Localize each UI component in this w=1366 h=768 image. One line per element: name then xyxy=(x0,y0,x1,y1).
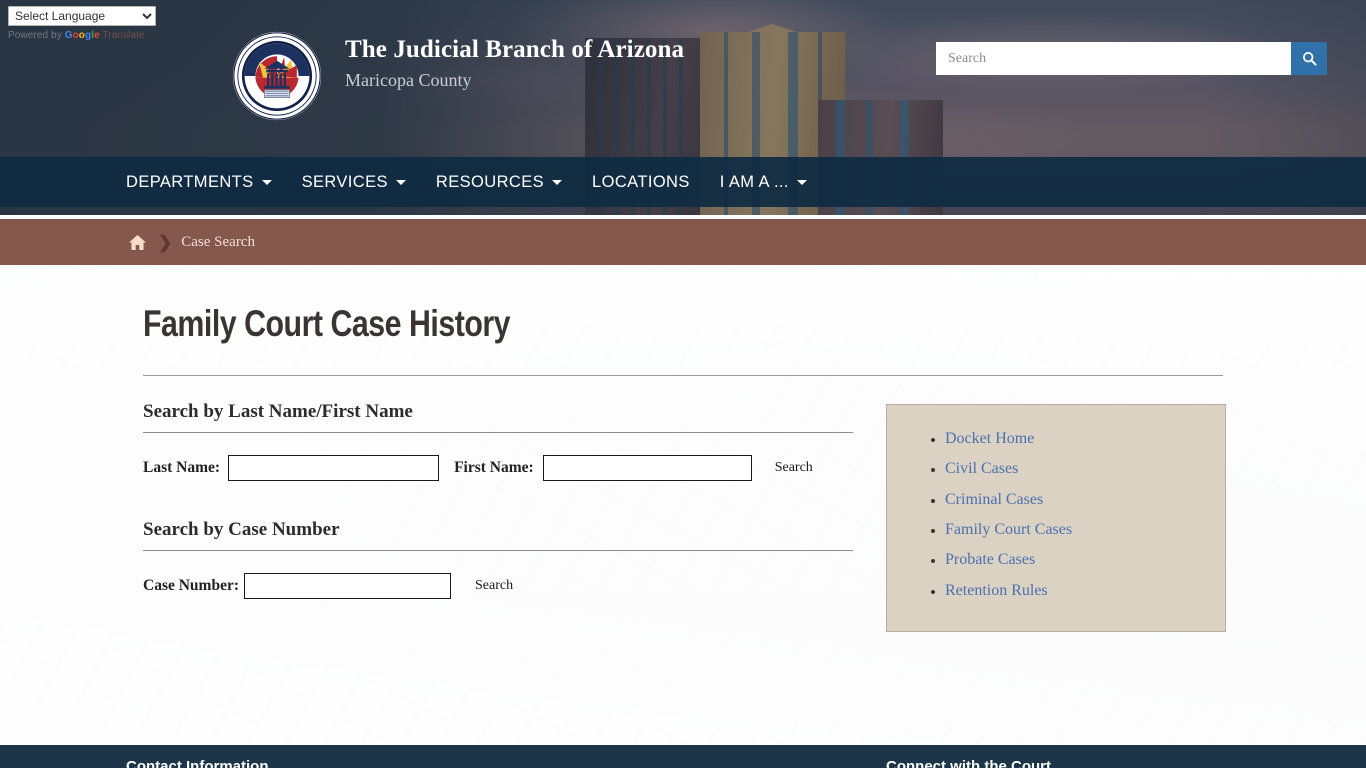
name-search-form: Last Name: First Name: Search xyxy=(143,455,855,481)
name-search-button[interactable]: Search xyxy=(769,458,819,478)
case-number-label: Case Number: xyxy=(143,577,239,594)
list-item: Family Court Cases xyxy=(945,518,1225,542)
nav-item-departments[interactable]: DEPARTMENTS xyxy=(126,173,272,192)
breadcrumb-separator-icon: ❯ xyxy=(158,232,173,252)
page-title: Family Court Case History xyxy=(143,303,511,344)
nav-label-resources: RESOURCES xyxy=(435,172,545,191)
content-container: Family Court Case History Search by Last… xyxy=(143,265,1226,632)
search-submit-button[interactable] xyxy=(1291,42,1327,75)
chevron-down-icon xyxy=(261,179,272,185)
nav-item-services[interactable]: SERVICES xyxy=(302,173,406,192)
list-item: Probate Cases xyxy=(945,548,1225,572)
last-name-input[interactable] xyxy=(228,455,440,481)
breadcrumb-home-link[interactable] xyxy=(128,234,147,251)
sidebar-column: Docket Home Civil Cases Criminal Cases F… xyxy=(855,401,1226,632)
seal-svg xyxy=(232,31,322,121)
home-icon xyxy=(129,234,146,250)
header-search[interactable] xyxy=(936,42,1327,75)
powered-by-google-translate: Powered by Google Translate xyxy=(8,30,145,41)
nav-label-departments: DEPARTMENTS xyxy=(126,172,254,191)
main-navigation[interactable]: DEPARTMENTS SERVICES RESOURCES LOCATIONS… xyxy=(0,157,1366,207)
breadcrumb-current[interactable]: Case Search xyxy=(181,234,255,251)
sidebar-link-probate-cases[interactable]: Probate Cases xyxy=(945,551,1035,568)
site-title: The Judicial Branch of Arizona xyxy=(345,36,685,63)
nav-label-locations: LOCATIONS xyxy=(592,172,690,191)
court-seal-logo[interactable] xyxy=(232,31,322,121)
title-divider xyxy=(143,375,1223,376)
search-forms-column: Search by Last Name/First Name Last Name… xyxy=(143,401,855,632)
case-number-form: Case Number: Search xyxy=(143,573,855,599)
case-search-button[interactable]: Search xyxy=(469,576,519,596)
search-input[interactable] xyxy=(936,42,1291,75)
site-footer: Contact Information Connect with the Cou… xyxy=(0,745,1366,768)
translate-word: Translate xyxy=(99,30,145,41)
brand-block[interactable]: The Judicial Branch of Arizona Maricopa … xyxy=(345,36,684,91)
search-icon xyxy=(1302,51,1317,66)
nav-label-services: SERVICES xyxy=(301,172,388,191)
select-language-dropdown[interactable]: Select Language xyxy=(8,6,156,26)
first-name-label: First Name: xyxy=(454,459,534,476)
google-translate-widget[interactable]: Select Language Powered by Google Transl… xyxy=(8,6,156,41)
case-number-input[interactable] xyxy=(244,573,451,599)
main-content: Family Court Case History Search by Last… xyxy=(0,265,1366,745)
section-heading-case-search: Search by Case Number xyxy=(143,519,853,551)
sidebar-link-family-court-cases[interactable]: Family Court Cases xyxy=(945,521,1072,538)
footer-heading-connect: Connect with the Court xyxy=(886,758,1051,768)
sidebar-link-retention-rules[interactable]: Retention Rules xyxy=(945,582,1048,599)
last-name-label: Last Name: xyxy=(143,459,221,476)
section-heading-name-search: Search by Last Name/First Name xyxy=(143,401,853,433)
sidebar-link-docket-home[interactable]: Docket Home xyxy=(945,430,1034,447)
site-subtitle: Maricopa County xyxy=(345,69,472,90)
breadcrumb: ❯ Case Search xyxy=(0,219,1366,265)
chevron-down-icon xyxy=(796,179,807,185)
list-item: Retention Rules xyxy=(945,579,1225,603)
list-item: Docket Home xyxy=(945,427,1225,451)
docket-links-list: Docket Home Civil Cases Criminal Cases F… xyxy=(887,427,1225,603)
chevron-down-icon xyxy=(395,179,406,185)
sidebar-link-civil-cases[interactable]: Civil Cases xyxy=(945,460,1018,477)
nav-label-i-am-a: I AM A ... xyxy=(719,172,789,191)
sidebar-link-criminal-cases[interactable]: Criminal Cases xyxy=(945,491,1043,508)
google-letter-G: G xyxy=(64,30,73,41)
list-item: Civil Cases xyxy=(945,457,1225,481)
docket-links-box: Docket Home Civil Cases Criminal Cases F… xyxy=(886,404,1226,632)
list-item: Criminal Cases xyxy=(945,488,1225,512)
chevron-down-icon xyxy=(552,179,563,185)
nav-item-i-am-a[interactable]: I AM A ... xyxy=(720,173,807,192)
two-column-layout: Search by Last Name/First Name Last Name… xyxy=(143,401,1226,632)
nav-item-resources[interactable]: RESOURCES xyxy=(435,172,563,192)
first-name-input[interactable] xyxy=(542,455,752,481)
footer-heading-contact: Contact Information xyxy=(126,758,269,768)
nav-item-locations[interactable]: LOCATIONS xyxy=(592,173,690,192)
